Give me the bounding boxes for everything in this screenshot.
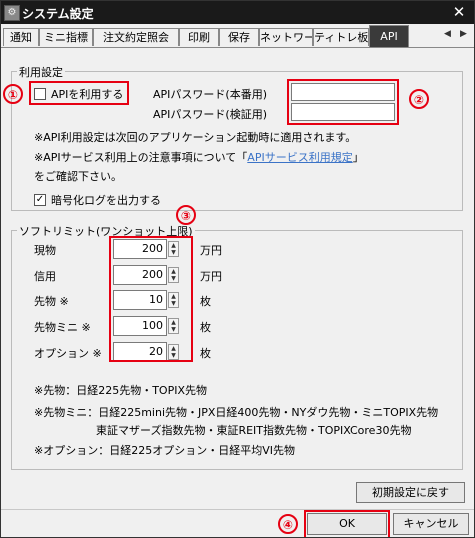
encrypt-log-label: 暗号化ログを出力する xyxy=(51,194,161,207)
soft-limit-unit-futures: 枚 xyxy=(200,295,211,308)
soft-limit-label-margin: 信用 xyxy=(34,270,56,283)
annotation-badge-2: ② xyxy=(409,89,429,109)
reset-defaults-button[interactable]: 初期設定に戻す xyxy=(356,482,465,503)
tab-mini-index[interactable]: ミニ指標 xyxy=(39,28,93,46)
tab-notify[interactable]: 通知 xyxy=(3,28,39,46)
soft-limit-note-futures: ※先物：日経225先物・TOPIX先物 xyxy=(34,384,208,397)
tab-bar: 通知 ミニ指標 注文約定照会 印刷 保存 ネットワーク ティトレ板 API ◀ … xyxy=(1,25,474,48)
tab-network[interactable]: ネットワーク xyxy=(259,28,313,46)
soft-limit-unit-mini-futures: 枚 xyxy=(200,321,211,334)
api-settings-group-label: 利用設定 xyxy=(17,64,65,80)
title-bar: ⚙ システム設定 ✕ xyxy=(1,1,474,24)
soft-limit-unit-margin: 万円 xyxy=(200,270,222,283)
annotation-box-passwords xyxy=(287,79,399,125)
system-settings-window: ⚙ システム設定 ✕ 通知 ミニ指標 注文約定照会 印刷 保存 ネットワーク テ… xyxy=(0,0,475,538)
annotation-badge-4: ④ xyxy=(278,514,298,534)
api-note-terms: ※APIサービス利用上の注意事項について「APIサービス利用規定」 xyxy=(34,149,364,165)
soft-limit-note-options: ※オプション：日経225オプション・日経平均VI先物 xyxy=(34,444,295,457)
tab-scroll-right-icon[interactable]: ▶ xyxy=(460,29,467,39)
password-test-label: APIパスワード(検証用) xyxy=(153,108,267,121)
tab-print[interactable]: 印刷 xyxy=(179,28,219,46)
annotation-badge-3: ③ xyxy=(176,205,196,225)
password-prod-label: APIパスワード(本番用) xyxy=(153,88,267,101)
api-terms-link[interactable]: APIサービス利用規定 xyxy=(247,151,352,164)
soft-limit-note-mini-futures-cont: 東証マザーズ指数先物・東証REIT指数先物・TOPIXCore30先物 xyxy=(96,424,412,437)
soft-limit-label-options: オプション ※ xyxy=(34,347,102,360)
annotation-box-use-api xyxy=(29,81,129,105)
soft-limit-note-mini-futures: ※先物ミニ：日経225mini先物・JPX日経400先物・NYダウ先物・ミニTO… xyxy=(34,406,439,419)
api-note-terms-suffix: 」 xyxy=(352,151,364,164)
annotation-box-ok xyxy=(304,510,390,537)
footer-divider xyxy=(1,509,474,510)
tab-order-inquiry[interactable]: 注文約定照会 xyxy=(93,28,179,46)
annotation-box-soft-limits xyxy=(109,236,193,362)
window-title: システム設定 xyxy=(22,7,94,21)
api-note-terms-prefix: ※APIサービス利用上の注意事項について「 xyxy=(34,151,248,164)
tab-scroll-left-icon[interactable]: ◀ xyxy=(444,29,451,39)
encrypt-log-checkbox[interactable]: ✓ xyxy=(34,194,46,206)
app-icon: ⚙ xyxy=(4,5,20,21)
api-note-confirm: をご確認下さい。 xyxy=(34,170,122,183)
api-note-restart: ※API利用設定は次回のアプリケーション起動時に適用されます。 xyxy=(34,131,357,144)
soft-limit-unit-options: 枚 xyxy=(200,347,211,360)
tab-daytrade-board[interactable]: ティトレ板 xyxy=(313,28,369,46)
tab-api[interactable]: API xyxy=(369,25,409,47)
cancel-button[interactable]: キャンセル xyxy=(393,513,469,535)
soft-limit-label-futures: 先物 ※ xyxy=(34,295,69,308)
soft-limit-label-mini-futures: 先物ミニ ※ xyxy=(34,321,91,334)
tab-save[interactable]: 保存 xyxy=(219,28,259,46)
annotation-badge-1: ① xyxy=(3,84,23,104)
close-icon[interactable]: ✕ xyxy=(450,2,468,22)
soft-limit-unit-spot: 万円 xyxy=(200,244,222,257)
soft-limit-label-spot: 現物 xyxy=(34,244,56,257)
